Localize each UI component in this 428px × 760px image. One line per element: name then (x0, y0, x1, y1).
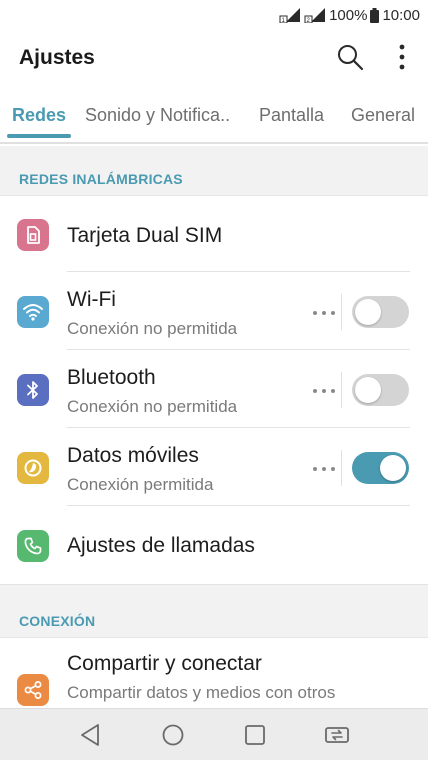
vertical-separator (341, 294, 342, 330)
dual-window-button[interactable] (324, 722, 350, 748)
wifi-icon (17, 296, 49, 328)
mobile-data-subtitle: Conexión permitida (67, 475, 214, 494)
wifi-title: Wi-Fi (67, 288, 116, 311)
search-icon (338, 45, 364, 71)
sim1-signal-icon: 1 (279, 8, 301, 23)
tab-general[interactable]: General (351, 105, 415, 126)
vertical-separator (341, 372, 342, 408)
settings-item-mobile-data[interactable]: Datos móviles Conexión permitida (0, 428, 428, 506)
tab-redes[interactable]: Redes (12, 105, 66, 126)
phone-icon (17, 530, 49, 562)
dual-sim-icon (17, 219, 49, 251)
navigation-bar (0, 708, 428, 760)
vertical-separator (341, 450, 342, 486)
active-tab-indicator (7, 134, 71, 138)
wifi-toggle[interactable] (352, 296, 409, 328)
page-title: Ajustes (19, 46, 95, 69)
recents-icon (245, 725, 265, 745)
dual-window-icon (325, 727, 349, 743)
section-header-connection: CONEXIÓN (0, 584, 428, 638)
more-vert-icon (399, 44, 405, 70)
clock: 10:00 (382, 6, 420, 24)
bluetooth-subtitle: Conexión no permitida (67, 397, 238, 416)
recents-button[interactable] (242, 722, 268, 748)
section-label-wireless: REDES INALÁMBRICAS (19, 171, 183, 187)
mobile-data-title: Datos móviles (67, 444, 199, 467)
call-settings-title: Ajustes de llamadas (67, 534, 255, 557)
mobile-data-more-button[interactable] (313, 464, 335, 474)
section-label-connection: CONEXIÓN (19, 613, 96, 629)
tab-pantalla[interactable]: Pantalla (259, 105, 324, 126)
mobile-data-toggle[interactable] (352, 452, 409, 484)
settings-item-wifi[interactable]: Wi-Fi Conexión no permitida (0, 272, 428, 350)
bluetooth-icon (17, 374, 49, 406)
settings-item-bluetooth[interactable]: Bluetooth Conexión no permitida (0, 350, 428, 428)
share-connect-subtitle: Compartir datos y medios con otros (67, 683, 336, 702)
tab-sonido-notificaciones[interactable]: Sonido y Notifica.. (85, 105, 230, 126)
battery-percent: 100% (329, 6, 368, 24)
bluetooth-title: Bluetooth (67, 366, 156, 389)
dual-sim-title: Tarjeta Dual SIM (67, 224, 223, 247)
share-connect-title: Compartir y conectar (67, 652, 262, 675)
settings-item-dual-sim[interactable]: Tarjeta Dual SIM (0, 196, 428, 272)
bluetooth-more-button[interactable] (313, 386, 335, 396)
settings-item-share-connect[interactable]: Compartir y conectar Compartir datos y m… (0, 638, 428, 708)
wifi-subtitle: Conexión no permitida (67, 319, 238, 338)
sim2-signal-icon: 2 (304, 8, 326, 23)
settings-item-call-settings[interactable]: Ajustes de llamadas (0, 506, 428, 584)
mobile-data-icon (17, 452, 49, 484)
wifi-more-button[interactable] (313, 308, 335, 318)
back-icon (81, 724, 99, 746)
status-bar: 1 2 100% 10:00 (0, 0, 428, 30)
bluetooth-toggle[interactable] (352, 374, 409, 406)
home-icon (162, 724, 184, 746)
home-button[interactable] (160, 722, 186, 748)
back-button[interactable] (77, 722, 103, 748)
share-icon (17, 674, 49, 706)
section-header-wireless: REDES INALÁMBRICAS (0, 146, 428, 196)
battery-icon (370, 7, 380, 23)
app-bar: Ajustes (0, 30, 428, 88)
search-button[interactable] (334, 41, 366, 73)
more-options-button[interactable] (388, 41, 416, 73)
status-icons: 1 2 100% 10:00 (279, 6, 420, 24)
tab-bar: Redes Sonido y Notifica.. Pantalla Gener… (0, 88, 428, 144)
